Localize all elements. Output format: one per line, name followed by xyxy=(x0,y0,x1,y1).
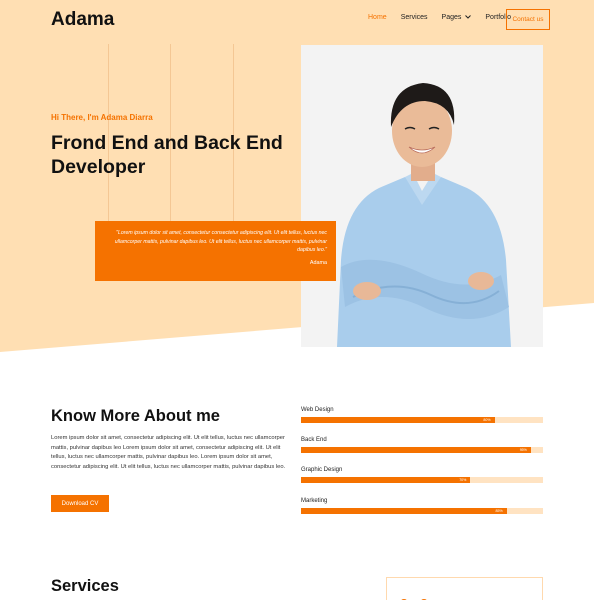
skill-bar-fill: 70% xyxy=(301,477,471,483)
skill-bar: 70% xyxy=(301,477,543,483)
skill-label: Graphic Design xyxy=(301,467,343,473)
nav-link-home[interactable]: Home xyxy=(368,14,387,21)
skill-label: Marketing xyxy=(301,498,328,504)
services-title: Services xyxy=(51,577,119,595)
hero-greeting: Hi There, I'm Adama Diarra xyxy=(51,113,153,122)
skill-percent: 70% xyxy=(459,478,467,482)
quote-text: "Lorem ipsum dolor sit amet, consectetur… xyxy=(114,230,327,254)
profile-photo xyxy=(301,45,543,347)
skill-percent: 85% xyxy=(495,509,503,513)
service-icon xyxy=(399,594,429,600)
skill-bar: 85% xyxy=(301,508,543,514)
skill-bar-fill: 85% xyxy=(301,508,507,514)
download-cv-button[interactable]: Download CV xyxy=(51,495,109,512)
quote-author: Adama xyxy=(309,260,327,267)
testimonial-quote-box: "Lorem ipsum dolor sit amet, consectetur… xyxy=(95,221,336,281)
logo[interactable]: Adama xyxy=(51,9,114,31)
skill-label: Web Design xyxy=(301,407,334,413)
about-text: Lorem ipsum dolor sit amet, consectetur … xyxy=(51,435,286,470)
hero-title-line1: Frond End and Back End xyxy=(51,132,283,154)
skill-item: Graphic Design 70% xyxy=(301,467,543,483)
skill-percent: 95% xyxy=(519,448,527,452)
contact-us-button[interactable]: Contact us xyxy=(506,9,550,30)
nav-links: Home Services Pages Portfolio xyxy=(368,14,525,21)
nav-link-services[interactable]: Services xyxy=(401,14,428,21)
navbar: Adama Home Services Pages Portfolio Cont… xyxy=(0,0,594,40)
skill-item: Web Design 80% xyxy=(301,407,543,423)
skill-label: Back End xyxy=(301,437,327,443)
skill-bar: 95% xyxy=(301,447,543,453)
service-card[interactable] xyxy=(386,577,543,600)
nav-link-pages[interactable]: Pages xyxy=(442,14,472,21)
hero-title: Frond End and Back End Developer xyxy=(51,131,311,179)
skill-item: Back End 95% xyxy=(301,437,543,453)
skill-percent: 80% xyxy=(483,418,491,422)
about-title: Know More About me xyxy=(51,407,220,425)
hero-title-line2: Developer xyxy=(51,156,146,178)
nav-link-pages-label: Pages xyxy=(441,14,462,21)
skill-bar-fill: 95% xyxy=(301,447,531,453)
skill-bar: 80% xyxy=(301,417,543,423)
skill-item: Marketing 85% xyxy=(301,498,543,514)
skill-bar-fill: 80% xyxy=(301,417,495,423)
chevron-down-icon xyxy=(465,14,472,21)
